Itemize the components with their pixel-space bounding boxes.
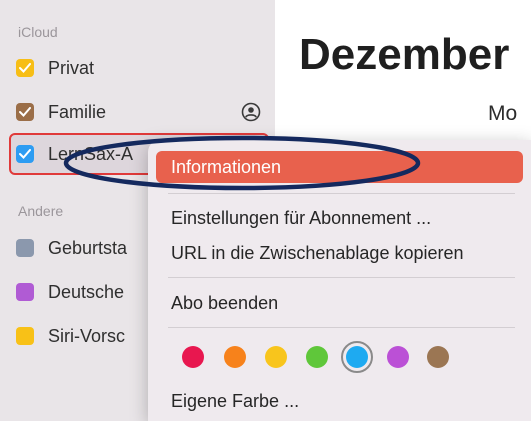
annotation-overlay <box>63 135 421 191</box>
annotation-ellipse <box>63 135 421 191</box>
